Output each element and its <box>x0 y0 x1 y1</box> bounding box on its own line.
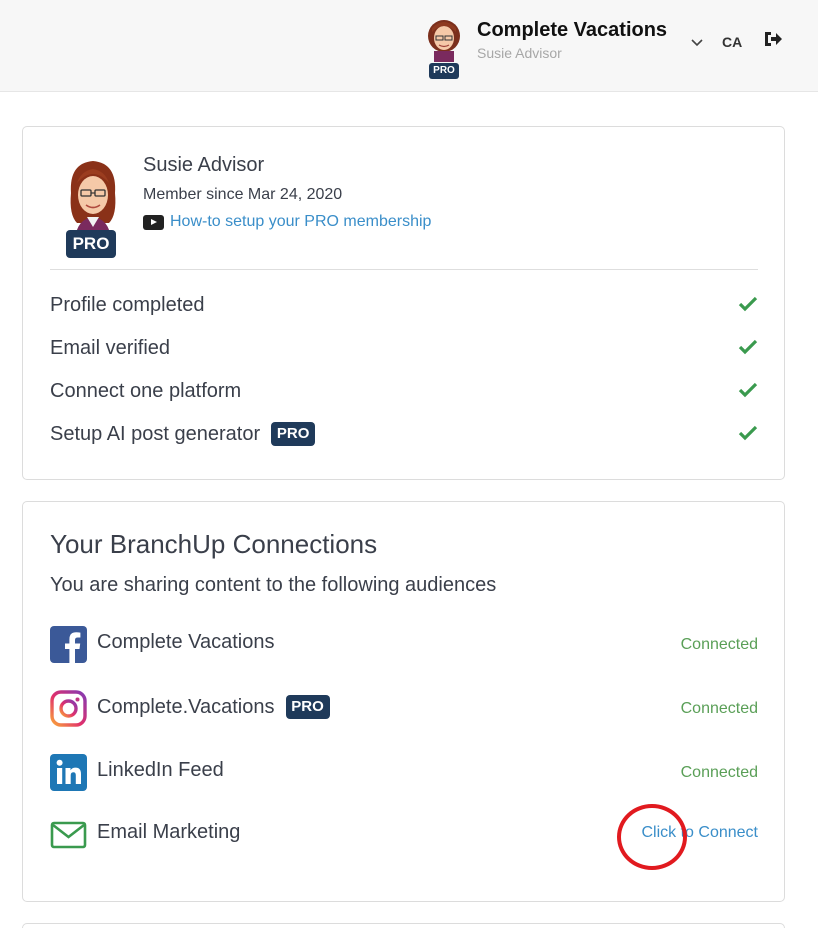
checklist-label: Connect one platform <box>50 379 242 402</box>
connection-row-linkedin: LinkedIn Feed Connected <box>50 754 758 792</box>
pro-badge: PRO <box>429 63 459 79</box>
locale-switch[interactable]: CA <box>722 34 742 50</box>
connections-subtitle: You are sharing content to the following… <box>50 574 497 596</box>
checklist-label: Email verified <box>50 336 171 359</box>
pro-badge: PRO <box>285 695 330 719</box>
connection-row-email: Email Marketing Click to Connect <box>50 816 758 854</box>
click-to-connect-link[interactable]: Click to Connect <box>642 824 759 842</box>
connection-label: LinkedIn Feed <box>97 759 224 781</box>
connection-status: Connected <box>680 636 758 653</box>
youtube-icon <box>143 214 164 230</box>
next-card <box>22 923 785 928</box>
pro-badge: PRO <box>271 422 316 446</box>
howto-pro-link-label: How-to setup your PRO membership <box>170 213 432 230</box>
connections-title: Your BranchUp Connections <box>50 529 378 559</box>
account-user: Susie Advisor <box>477 45 562 61</box>
top-bar: PRO Complete Vacations Susie Advisor CA <box>0 0 818 92</box>
connection-row-facebook: Complete Vacations Connected <box>50 626 758 664</box>
connection-status: Connected <box>680 764 758 781</box>
instagram-icon <box>50 690 87 727</box>
checklist-label: Profile completed <box>50 293 205 316</box>
checklist-item: Email verified <box>50 333 758 363</box>
connection-label: Complete.Vacations PRO <box>97 695 330 719</box>
chevron-down-icon[interactable] <box>690 38 704 48</box>
member-since: Member since Mar 24, 2020 <box>143 186 343 203</box>
check-icon <box>738 339 758 355</box>
avatar <box>70 161 116 239</box>
connection-label: Complete Vacations <box>97 631 275 653</box>
profile-name: Susie Advisor <box>143 154 265 176</box>
connection-label-text: Complete.Vacations <box>97 695 275 718</box>
check-icon <box>738 425 758 441</box>
checklist-item: Profile completed <box>50 290 758 320</box>
facebook-icon <box>50 626 87 663</box>
checklist-item: Connect one platform <box>50 376 758 406</box>
checklist-item: Setup AI post generator PRO <box>50 419 758 449</box>
avatar[interactable] <box>424 18 464 62</box>
email-icon <box>50 821 87 849</box>
howto-pro-link[interactable]: How-to setup your PRO membership <box>143 213 431 231</box>
divider <box>50 269 758 270</box>
connection-row-instagram: Complete.Vacations PRO Connected <box>50 690 758 728</box>
connection-label: Email Marketing <box>97 821 241 843</box>
checklist-label: Setup AI post generator <box>50 422 261 445</box>
profile-card: PRO Susie Advisor Member since Mar 24, 2… <box>22 126 785 480</box>
account-title[interactable]: Complete Vacations <box>477 19 667 42</box>
pro-badge: PRO <box>66 230 116 258</box>
linkedin-icon <box>50 754 87 791</box>
check-icon <box>738 382 758 398</box>
connection-status: Connected <box>680 700 758 717</box>
logout-icon[interactable] <box>763 30 783 48</box>
connections-card: Your BranchUp Connections You are sharin… <box>22 501 785 902</box>
check-icon <box>738 296 758 312</box>
